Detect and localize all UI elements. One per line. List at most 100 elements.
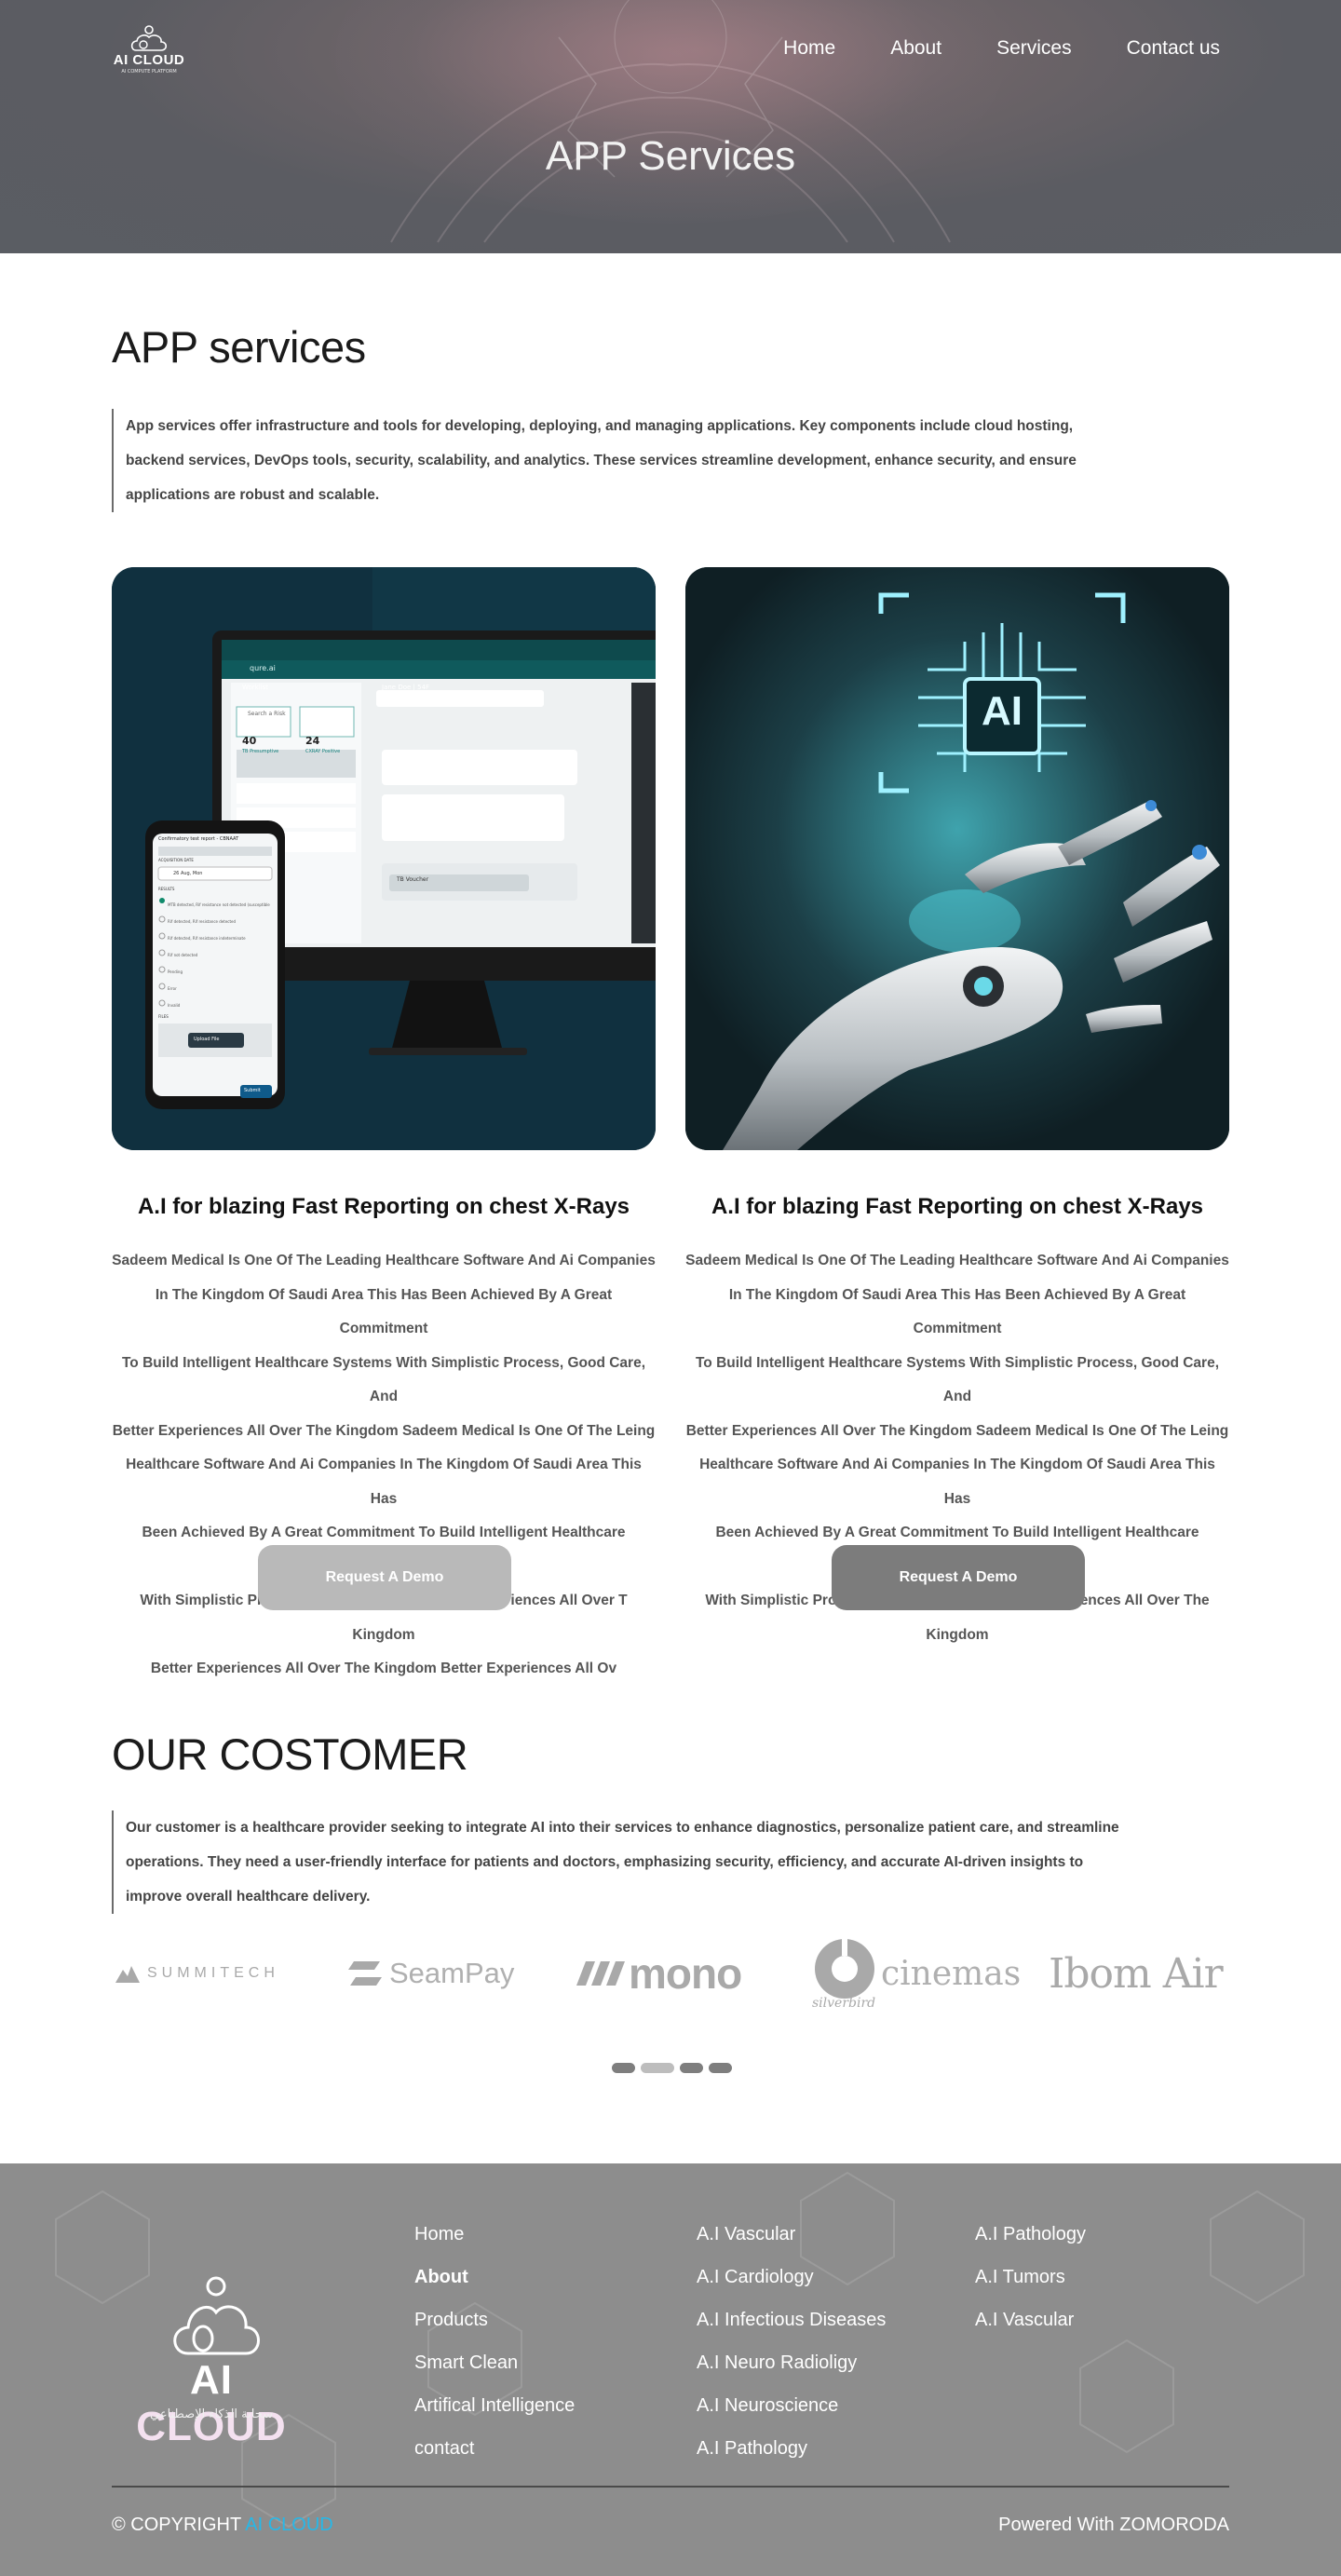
hero-banner: AI CLOUD AI COMPUTE PLATFORM Home About … xyxy=(0,0,1341,253)
carousel-dot[interactable] xyxy=(612,2063,635,2073)
card-2-body-line: To Build Intelligent Healthcare Systems … xyxy=(695,1354,1219,1405)
customers-description: Our customer is a healthcare provider se… xyxy=(112,1810,1155,1914)
mockup-search-placeholder: Search a Risk xyxy=(248,711,286,717)
footer-logo-ai: AI xyxy=(190,2357,233,2403)
powered-by-text: Powered With ZOMORODA xyxy=(998,2515,1229,2535)
mountain-icon xyxy=(115,1966,140,1983)
phone-option[interactable]: Rif not detected xyxy=(168,947,270,964)
footer-logo[interactable]: AI CLOUD سحابة الذكاء الإصطناعي xyxy=(112,2271,311,2449)
phone-option[interactable]: Invalid xyxy=(168,997,270,1014)
phone-option[interactable]: Rif detected, Rif resistance indetermina… xyxy=(168,930,270,947)
card-1-body-line: To Build Intelligent Healthcare Systems … xyxy=(121,1354,645,1405)
request-demo-button-2[interactable]: Request A Demo xyxy=(832,1545,1085,1610)
header-logo-text: AI CLOUD xyxy=(113,52,185,68)
footer-link-ai-pathology[interactable]: A.I Pathology xyxy=(697,2430,886,2473)
mockup-patient-name: Jane Doe | 54F xyxy=(382,684,430,691)
copyright-brand-link[interactable]: AI CLOUD xyxy=(245,2515,332,2535)
card-1-title: A.I for blazing Fast Reporting on chest … xyxy=(137,1194,630,1219)
card-2-body-line: Better Experiences All Over The Kingdom … xyxy=(685,1422,1229,1439)
card-2-body-line: In The Kingdom Of Saudi Area This Has Be… xyxy=(728,1286,1186,1337)
footer-link-contact[interactable]: contact xyxy=(414,2430,575,2473)
carousel-dot[interactable] xyxy=(680,2063,703,2073)
nav-about[interactable]: About xyxy=(890,37,941,60)
footer-link-about[interactable]: About xyxy=(414,2258,575,2301)
customer-logo-strip: SUMMITECH SeamPay mono silverbird cinema… xyxy=(112,1933,1229,2013)
footer-col-main: Home About Products Smart Clean Artifica… xyxy=(414,2216,575,2473)
phone-option[interactable]: Error xyxy=(168,981,270,997)
phone-option[interactable]: Rif detected, Rif resistance detected xyxy=(168,914,270,930)
carousel-pagination xyxy=(612,2063,732,2073)
app-services-description: App services offer infrastructure and to… xyxy=(112,409,1118,512)
mono-mark-icon xyxy=(576,1961,625,1986)
card-1-body: Sadeem Medical Is One Of The Leading Hea… xyxy=(112,1244,656,1687)
nav-contact[interactable]: Contact us xyxy=(1127,37,1220,60)
phone-date: 26 Aug, Mon xyxy=(173,871,203,876)
copyright-prefix: © COPYRIGHT xyxy=(112,2515,241,2535)
page-title: APP Services xyxy=(545,133,796,179)
card-2-body-line: Healthcare Software And Ai Companies In … xyxy=(699,1457,1215,1507)
mockup-worklist-label: Worklist xyxy=(242,684,269,691)
footer-link-ai-tumors[interactable]: A.I Tumors xyxy=(975,2258,1086,2301)
mockup-stat-1-value: 40 xyxy=(242,735,257,747)
card-1-body-line: In The Kingdom Of Saudi Area This Has Be… xyxy=(155,1286,613,1337)
mockup-stat-2-value: 24 xyxy=(305,735,320,747)
card-2-body-line: Sadeem Medical Is One Of The Leading Hea… xyxy=(685,1253,1229,1268)
phone-files-label: FILES xyxy=(158,1014,169,1019)
nav-services[interactable]: Services xyxy=(996,37,1072,60)
customers-heading: OUR COSTOMER xyxy=(112,1729,468,1779)
ai-chip-label: AI xyxy=(982,688,1023,734)
card-1-body-line: Better Experiences All Over The Kingdom … xyxy=(112,1422,656,1439)
phone-options: MTB detected, Rif resistance not detecte… xyxy=(168,897,270,1014)
footer-link-ai-cardiology[interactable]: A.I Cardiology xyxy=(697,2258,886,2301)
carousel-dot[interactable] xyxy=(709,2063,732,2073)
card-1-body-line: Better Experiences All Over The Kingdom … xyxy=(150,1661,617,1676)
copyright-text: © COPYRIGHT AI CLOUD xyxy=(112,2515,333,2536)
carousel-dot-active[interactable] xyxy=(641,2063,674,2073)
nav-home[interactable]: Home xyxy=(783,37,835,60)
footer-link-ai-pathology[interactable]: A.I Pathology xyxy=(975,2216,1086,2258)
footer-link-ai-vascular[interactable]: A.I Vascular xyxy=(697,2216,886,2258)
logo-cinemas-text: cinemas xyxy=(881,1954,1022,1993)
logo-seampay-text: SeamPay xyxy=(389,1957,515,1989)
footer-link-ai[interactable]: Artifical Intelligence xyxy=(414,2387,575,2430)
footer-link-products[interactable]: Products xyxy=(414,2301,575,2344)
mockup-app-name: qure.ai xyxy=(250,664,276,672)
app-services-heading: APP services xyxy=(112,322,366,372)
logo-ibom-air-text: Ibom Air xyxy=(1049,1949,1224,1998)
logo-summitech: SUMMITECH xyxy=(115,1933,302,2013)
cloud-logo-icon xyxy=(173,2276,260,2355)
cloud-logo-icon xyxy=(130,25,168,51)
film-reel-icon xyxy=(815,1939,874,1999)
card-1-body-line: Sadeem Medical Is One Of The Leading Hea… xyxy=(112,1253,656,1268)
card-1-body-line: Healthcare Software And Ai Companies In … xyxy=(126,1457,642,1507)
logo-summitech-text: SUMMITECH xyxy=(147,1965,279,1981)
header-logo-subtext: AI COMPUTE PLATFORM xyxy=(121,69,177,75)
footer-link-home[interactable]: Home xyxy=(414,2216,575,2258)
logo-cinemas: silverbird cinemas xyxy=(812,1933,1021,2013)
phone-option[interactable]: MTB detected, Rif resistance not detecte… xyxy=(168,897,270,914)
footer-divider xyxy=(112,2486,1229,2488)
footer-link-ai-neuro-radiology[interactable]: A.I Neuro Radioligy xyxy=(697,2344,886,2387)
mockup-stat-1-label: TB Presumptive xyxy=(242,749,279,754)
footer-col-products-2: A.I Pathology A.I Tumors A.I Vascular xyxy=(975,2216,1086,2344)
phone-date-label: ACQUISITION DATE xyxy=(158,858,194,862)
request-demo-button-1[interactable]: Request A Demo xyxy=(258,1545,511,1610)
header-logo[interactable]: AI CLOUD AI COMPUTE PLATFORM xyxy=(112,24,186,76)
footer-link-smart-clean[interactable]: Smart Clean xyxy=(414,2344,575,2387)
footer-link-ai-neuroscience[interactable]: A.I Neuroscience xyxy=(697,2387,886,2430)
customers-description-line: improve overall healthcare delivery. xyxy=(126,1889,371,1905)
card-2-title: A.I for blazing Fast Reporting on chest … xyxy=(711,1194,1204,1219)
phone-option[interactable]: Pending xyxy=(168,964,270,981)
footer-link-ai-infectious[interactable]: A.I Infectious Diseases xyxy=(697,2301,886,2344)
phone-upload-button[interactable]: Upload File xyxy=(194,1037,219,1042)
main-nav: Home About Services Contact us xyxy=(728,37,1220,60)
app-services-description-line: App services offer infrastructure and to… xyxy=(126,418,1074,434)
customers-description-line: Our customer is a healthcare provider se… xyxy=(126,1820,1119,1836)
phone-submit-button[interactable]: Submit xyxy=(244,1088,261,1093)
footer-logo-wordmark: AI CLOUD xyxy=(112,2357,311,2450)
phone-results-label: RESULTS xyxy=(158,887,175,891)
app-services-description-line: applications are robust and scalable. xyxy=(126,487,380,503)
app-services-description-line: backend services, DevOps tools, security… xyxy=(126,453,1077,468)
footer-link-ai-vascular[interactable]: A.I Vascular xyxy=(975,2301,1086,2344)
logo-mono: mono xyxy=(576,1933,763,2013)
